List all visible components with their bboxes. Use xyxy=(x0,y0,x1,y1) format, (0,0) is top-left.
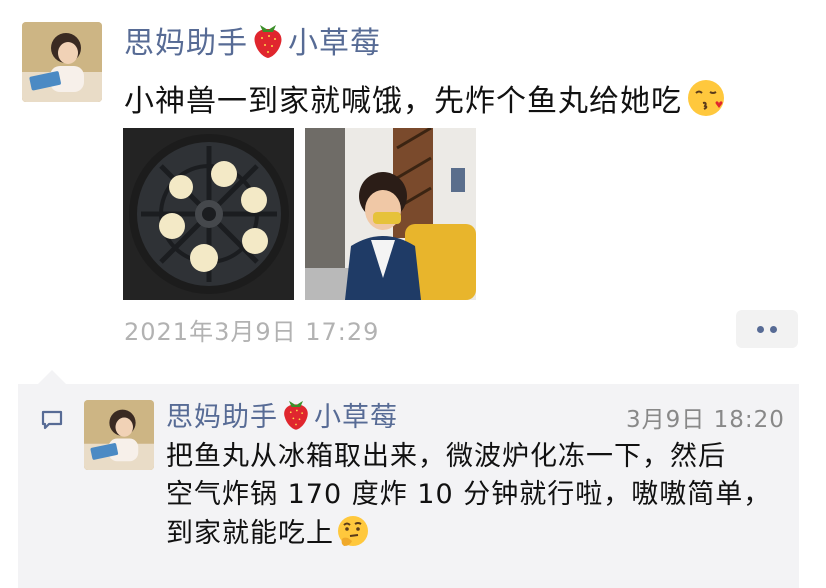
avatar-photo xyxy=(84,400,154,470)
kissing-face-icon xyxy=(688,80,724,116)
strawberry-icon xyxy=(284,400,308,430)
comment-content: 把鱼丸从冰箱取出来，微波炉化冻一下，然后 空气炸锅 170 度炸 10 分钟就行… xyxy=(166,438,786,553)
comment-author-suffix: 小草莓 xyxy=(314,401,398,433)
author-suffix-text: 小草莓 xyxy=(288,26,381,61)
comment-author-text: 思妈助手 xyxy=(166,401,278,433)
strawberry-icon xyxy=(254,25,282,58)
post-timestamp: 2021年3月9日 17:29 xyxy=(124,318,380,346)
comment-line: 把鱼丸从冰箱取出来，微波炉化冻一下，然后 xyxy=(166,441,726,472)
comment-timestamp: 3月9日 18:20 xyxy=(626,407,785,433)
post-content: 小神兽一到家就喊饿，先炸个鱼丸给她吃 xyxy=(124,76,726,120)
post-author-name[interactable]: 思妈助手 小草莓 xyxy=(124,18,381,62)
more-actions-button[interactable] xyxy=(736,310,798,348)
comment-bubble-icon xyxy=(41,410,63,430)
girl-eating-image xyxy=(305,128,476,300)
post-photo-fishballs[interactable] xyxy=(123,128,294,300)
comment-author-avatar[interactable] xyxy=(84,400,154,470)
author-name-text: 思妈助手 xyxy=(124,26,248,61)
thinking-face-icon xyxy=(338,516,368,546)
post-photo-girl[interactable] xyxy=(305,128,476,300)
comment-box-pointer xyxy=(38,370,66,384)
comment-author-name[interactable]: 思妈助手 小草莓 xyxy=(166,394,398,434)
avatar-photo xyxy=(22,22,102,102)
air-fryer-image xyxy=(123,128,294,300)
post-author-avatar[interactable] xyxy=(22,22,102,102)
comment-line-text: 到家就能吃上 xyxy=(166,518,334,549)
comment-line: 到家就能吃上 xyxy=(166,514,786,553)
dot-icon xyxy=(770,325,777,333)
post-content-text: 小神兽一到家就喊饿，先炸个鱼丸给她吃 xyxy=(124,84,682,119)
comment-line: 空气炸锅 170 度炸 10 分钟就行啦，嗷嗷简单， xyxy=(166,479,772,510)
dot-icon xyxy=(757,325,764,333)
